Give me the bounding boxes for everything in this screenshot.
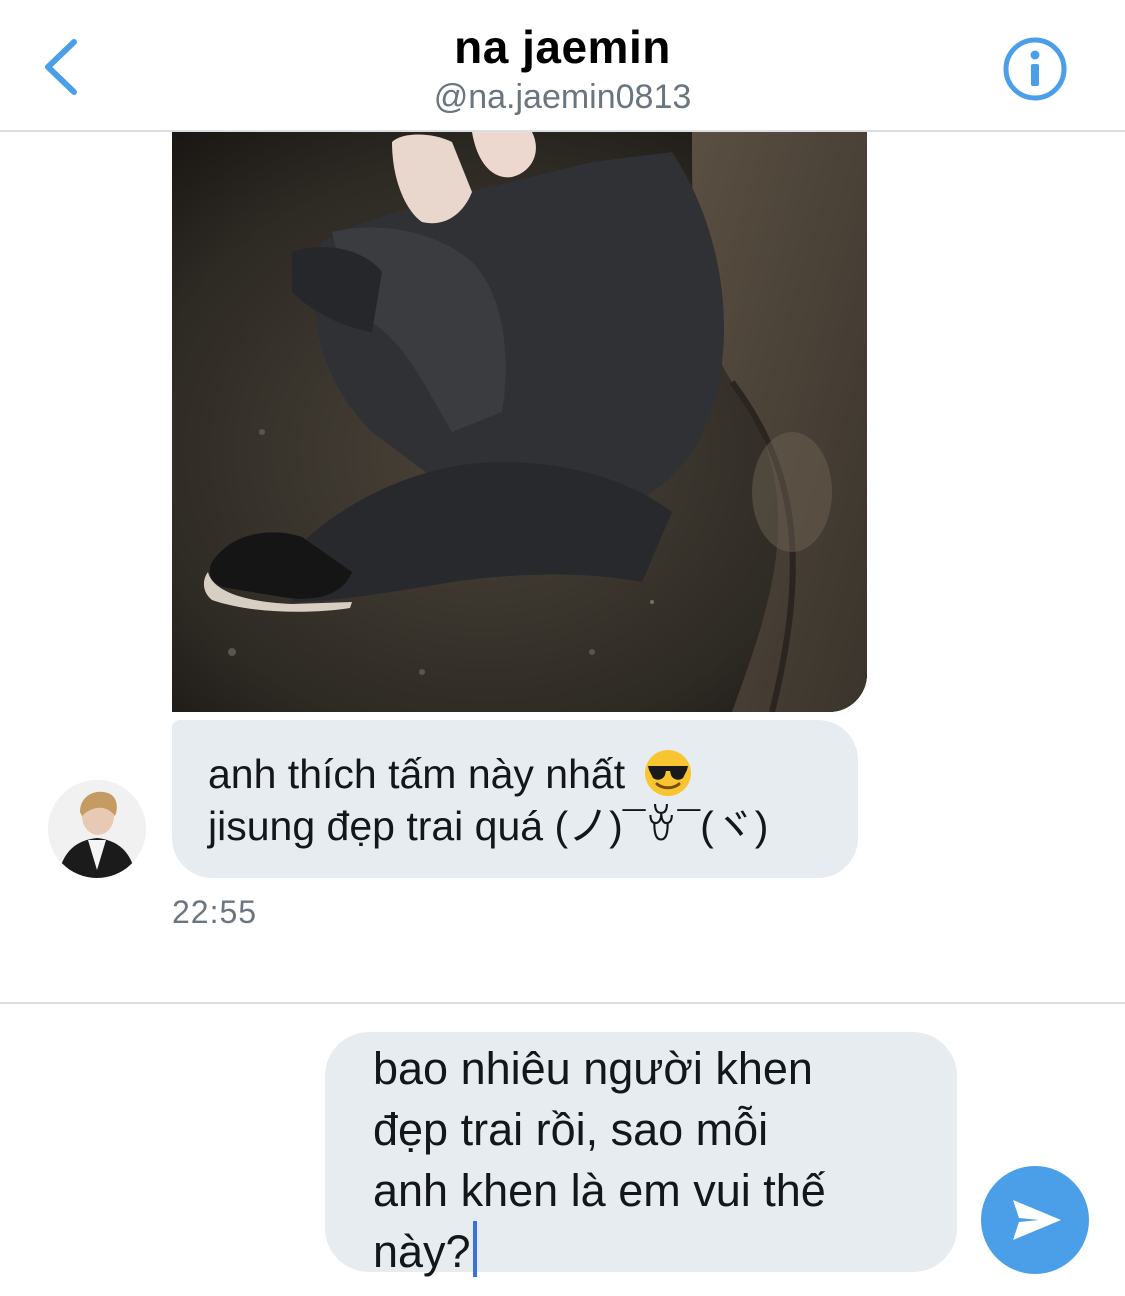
compose-bar: bao nhiêu người khen đẹp trai rồi, sao m… [0,1002,1125,1296]
send-button[interactable] [981,1166,1089,1274]
conversation-title: na jaemin [454,21,671,73]
sunglasses-emoji-icon [644,750,691,796]
info-button[interactable] [1000,35,1070,105]
message-text: jisung đẹp trai quá (ノ)¯ꈊ¯(ヾ) [208,803,769,849]
send-icon [1013,1200,1061,1240]
draft-line-last: này? [373,1221,927,1282]
draft-line: đẹp trai rồi, sao mỗi [373,1104,769,1155]
avatar-image [48,780,146,878]
text-caret [472,1221,477,1277]
draft-line: bao nhiêu người khen [373,1043,813,1094]
message-line: anh thích tấm này nhất [208,748,822,800]
draft-line-text: này? [373,1226,471,1277]
message-timestamp: 22:55 [172,894,258,930]
message-list[interactable]: anh thích tấm này nhất jisung đẹp trai q… [0,132,1125,1002]
conversation-handle: @na.jaemin0813 [433,78,692,116]
info-icon [1003,37,1067,101]
sender-avatar[interactable] [48,780,146,878]
dm-conversation-screen: na jaemin @na.jaemin0813 anh thích tấm n… [0,0,1125,1296]
shared-photo[interactable] [172,132,867,712]
received-message-bubble[interactable]: anh thích tấm này nhất jisung đẹp trai q… [172,720,858,878]
message-input[interactable]: bao nhiêu người khen đẹp trai rồi, sao m… [325,1032,957,1277]
draft-line: anh khen là em vui thế [373,1165,826,1216]
photo-image [172,132,867,712]
conversation-header: na jaemin @na.jaemin0813 [0,0,1125,132]
message-text: anh thích tấm này nhất [208,751,626,797]
